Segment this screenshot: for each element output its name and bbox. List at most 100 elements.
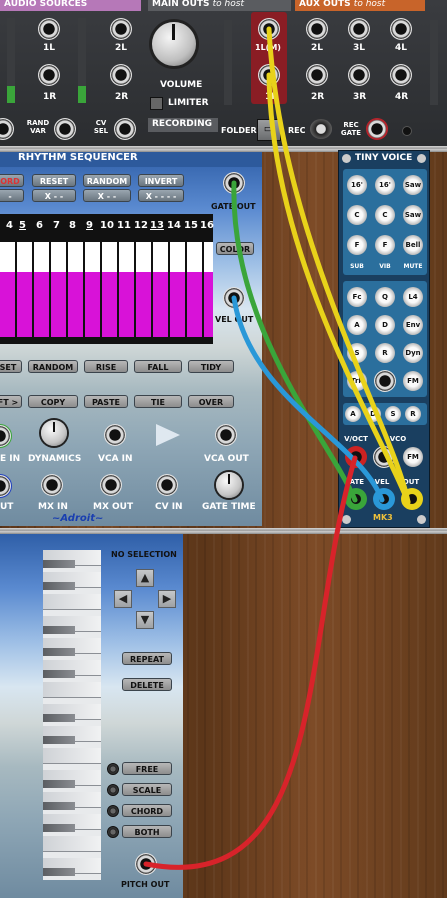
tv-knob[interactable]: A (347, 315, 367, 335)
gate-out-jack[interactable] (223, 172, 245, 194)
tv-mid-jack[interactable] (374, 370, 396, 392)
rand-var-jack[interactable] (54, 118, 76, 140)
volume-knob[interactable] (152, 22, 196, 66)
tv-knob[interactable]: Q (375, 287, 395, 307)
mode-radio-scale[interactable] (107, 784, 119, 796)
aux-jack-2r[interactable] (306, 64, 328, 86)
random-value[interactable]: X - - (83, 189, 131, 202)
random-button[interactable]: RANDOM (83, 174, 131, 187)
adsr-knob[interactable]: D (365, 406, 381, 422)
tie-button[interactable]: TIE (134, 395, 182, 408)
tv-knob[interactable]: FM (403, 371, 423, 391)
mode-scale-label[interactable]: SCALE (122, 783, 172, 796)
vca-in-jack[interactable] (104, 424, 126, 446)
copy-button[interactable]: COPY (28, 395, 78, 408)
tv-knob[interactable]: 16' (375, 175, 395, 195)
source-jack-1l[interactable] (38, 18, 60, 40)
set-button[interactable]: SET (0, 360, 22, 373)
piano-roll[interactable] (43, 550, 101, 880)
vel-out-jack[interactable] (223, 287, 245, 309)
adsr-knob[interactable]: A (345, 406, 361, 422)
arrow-up-button[interactable]: ▲ (136, 569, 154, 587)
mode-free-label[interactable]: FREE (122, 762, 172, 775)
tv-out-jack[interactable] (401, 488, 423, 510)
tidy-button[interactable]: TIDY (188, 360, 234, 373)
mode-radio-both[interactable] (107, 826, 119, 838)
arrow-left-button[interactable]: ◀ (114, 590, 132, 608)
mode-radio-chord[interactable] (107, 805, 119, 817)
source-jack-2r[interactable] (110, 64, 132, 86)
mx-in-jack[interactable] (41, 474, 63, 496)
vco-label: VCO (389, 435, 407, 443)
cv-in-jack[interactable] (156, 474, 178, 496)
adsr-knob[interactable]: R (405, 406, 421, 422)
rec-gate-jack[interactable] (366, 118, 388, 140)
aux-jack-2l[interactable] (306, 18, 328, 40)
tv-knob[interactable]: Saw (403, 175, 423, 195)
tv-knob[interactable]: F (347, 235, 367, 255)
step-grid[interactable]: 4 5 6 7 8 9 10 11 12 13 14 15 16 (0, 214, 214, 344)
pitch-out-jack[interactable] (135, 853, 157, 875)
source-jack-1r[interactable] (38, 64, 60, 86)
mx-out-jack[interactable] (100, 474, 122, 496)
random-fill-button[interactable]: RANDOM (28, 360, 78, 373)
arrow-right-button[interactable]: ▶ (158, 590, 176, 608)
source-jack-2l[interactable] (110, 18, 132, 40)
tv-knob[interactable]: S (347, 343, 367, 363)
tv-knob[interactable]: Trk (347, 371, 367, 391)
adsr-knob[interactable]: S (385, 406, 401, 422)
paste-button[interactable]: PASTE (84, 395, 128, 408)
over-button[interactable]: OVER (188, 395, 234, 408)
cv-sel-jack[interactable] (114, 118, 136, 140)
tv-knob[interactable]: C (347, 205, 367, 225)
tv-knob[interactable]: L4 (403, 287, 423, 307)
vco-jack[interactable] (373, 446, 395, 468)
record-value[interactable]: - (0, 189, 24, 202)
color-button[interactable]: COLOR (216, 242, 254, 255)
tv-gate-jack[interactable] (345, 488, 367, 510)
tv-knob[interactable]: Bell (403, 235, 423, 255)
gate-time-knob[interactable] (216, 472, 242, 498)
tv-knob[interactable]: Saw (403, 205, 423, 225)
mode-radio-free[interactable] (107, 763, 119, 775)
dynamics-knob[interactable] (41, 420, 67, 446)
rise-button[interactable]: RISE (84, 360, 128, 373)
tv-knob[interactable]: F (375, 235, 395, 255)
arrow-down-button[interactable]: ▼ (136, 611, 154, 629)
partial-jack[interactable] (0, 118, 14, 140)
rec-button[interactable] (310, 119, 332, 139)
tv-knob[interactable]: Dyn (403, 343, 423, 363)
voct-jack[interactable] (345, 446, 367, 468)
tv-knob[interactable]: Env (403, 315, 423, 335)
mode-both-label[interactable]: BOTH (122, 825, 172, 838)
tv-knob[interactable]: C (375, 205, 395, 225)
repeat-button[interactable]: REPEAT (122, 652, 172, 665)
shift-button[interactable]: FT > (0, 395, 22, 408)
out-jack-left[interactable] (0, 474, 12, 498)
record-button[interactable]: ORD (0, 174, 24, 187)
tv-knob[interactable]: 16' (347, 175, 367, 195)
reset-button[interactable]: RESET (32, 174, 76, 187)
limiter-toggle[interactable] (150, 97, 163, 110)
delete-button[interactable]: DELETE (122, 678, 172, 691)
reset-value[interactable]: X - - (32, 189, 76, 202)
aux-jack-3l[interactable] (348, 18, 370, 40)
tv-knob[interactable]: D (375, 315, 395, 335)
aux-jack-3r[interactable] (348, 64, 370, 86)
fall-button[interactable]: FALL (134, 360, 182, 373)
vca-out-jack[interactable] (215, 424, 237, 446)
main-out-jack-1r[interactable] (258, 64, 280, 86)
rhythm-brand: ~Adroit~ (52, 513, 104, 524)
invert-button[interactable]: INVERT (138, 174, 184, 187)
tv-knob[interactable]: Fc (347, 287, 367, 307)
aux-jack-4l[interactable] (390, 18, 412, 40)
aux-jack-4r[interactable] (390, 64, 412, 86)
gate-in-jack[interactable] (0, 424, 12, 448)
invert-value[interactable]: X - - - - (138, 189, 184, 202)
fm-knob[interactable]: FM (403, 447, 423, 467)
mode-chord-label[interactable]: CHORD (122, 804, 172, 817)
tv-vel-jack[interactable] (373, 488, 395, 510)
folder-button[interactable]: ▭ (257, 119, 281, 141)
main-out-jack-1l[interactable] (258, 18, 280, 40)
tv-knob[interactable]: R (375, 343, 395, 363)
